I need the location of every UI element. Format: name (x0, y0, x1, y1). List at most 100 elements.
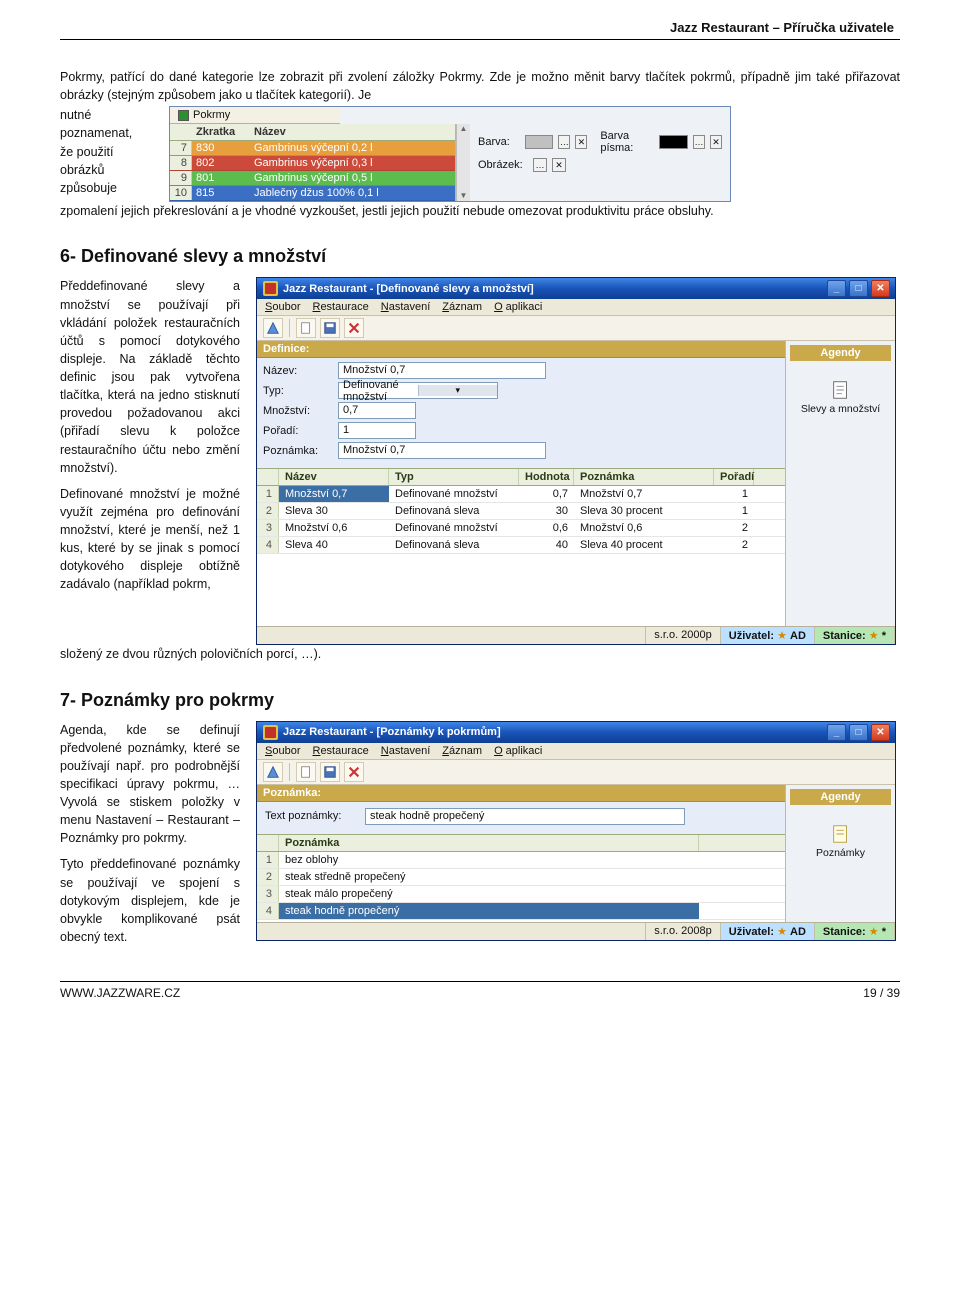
menu-restaurace[interactable]: Restaurace (312, 301, 368, 313)
document-icon (830, 379, 852, 401)
col-nazev[interactable]: Název (250, 124, 455, 140)
input-nazev[interactable]: Množství 0,7 (338, 362, 546, 379)
label-poznamka: Poznámka: (263, 445, 333, 457)
rownum-cell: 2 (257, 503, 279, 519)
close-button[interactable]: ✕ (871, 280, 890, 297)
select-typ[interactable]: Definované množství ▾ (338, 382, 498, 399)
col-zkratka[interactable]: Zkratka (192, 124, 250, 140)
label-mnozstvi: Množství: (263, 405, 333, 417)
heading-6: 6- Definované slevy a množství (60, 246, 900, 267)
rownum-cell: 4 (257, 903, 279, 919)
side-panel: Agendy Slevy a množství (785, 341, 895, 626)
sidebar-item-poznamky[interactable]: Poznámky (816, 823, 865, 859)
header-rule (60, 39, 900, 40)
close-button[interactable]: ✕ (871, 724, 890, 741)
menu-soubor[interactable]: Soubor (265, 745, 300, 757)
scrollbar-icon[interactable]: ▲ ▼ (456, 124, 470, 201)
toolbar-delete-icon[interactable] (344, 318, 364, 338)
toolbar-new-icon[interactable] (296, 318, 316, 338)
section-header-poznamka: Poznámka: (257, 785, 785, 802)
table-row[interactable]: 3steak málo propečený (257, 886, 785, 903)
table-row[interactable]: 4Sleva 40Definovaná sleva40Sleva 40 proc… (257, 537, 785, 554)
barva-swatch[interactable] (525, 135, 554, 149)
toolbar-save-icon[interactable] (320, 318, 340, 338)
gridcol-poradi[interactable]: Pořadí (714, 469, 754, 485)
table-row[interactable]: 10815Jablečný džus 100% 0,1 l (170, 186, 455, 201)
maximize-button[interactable]: □ (849, 724, 868, 741)
menu-nastaveni[interactable]: Nastavení (381, 301, 431, 313)
grid-body: 1Množství 0,7Definované množství0,7Množs… (257, 486, 785, 626)
barva-picker-button[interactable]: … (558, 135, 570, 149)
label-typ: Typ: (263, 385, 333, 397)
nazev-cell: Gambrinus výčepní 0,5 l (250, 171, 455, 185)
section-header-definice: Definice: (257, 341, 785, 358)
gridcol-poznamka[interactable]: Poznámka (279, 835, 699, 851)
table-row[interactable]: 7830Gambrinus výčepní 0,2 l (170, 141, 455, 156)
poradi-cell: 2 (714, 537, 754, 553)
menu-restaurace[interactable]: Restaurace (312, 745, 368, 757)
footer-left: WWW.JAZZWARE.CZ (60, 986, 180, 1000)
app-icon (263, 281, 278, 296)
poznamka-cell: steak středně propečený (279, 869, 699, 885)
maximize-button[interactable]: □ (849, 280, 868, 297)
barva-pisma-clear-button[interactable]: ✕ (710, 135, 722, 149)
obrazek-clear-button[interactable]: ✕ (552, 158, 566, 172)
rownum-cell: 9 (170, 171, 192, 185)
statusbar: s.r.o. 2008p Uživatel: ★ AD Stanice: ★ * (257, 922, 895, 940)
para6a: Předdefinované slevy a množství se použí… (60, 277, 240, 476)
table-row[interactable]: 9801Gambrinus výčepní 0,5 l (170, 171, 455, 186)
barva-pisma-swatch[interactable] (659, 135, 688, 149)
input-textpoznamky[interactable]: steak hodně propečený (365, 808, 685, 825)
tab-pokrmy[interactable]: Pokrmy (170, 107, 340, 124)
label-textpoznamky: Text poznámky: (265, 810, 360, 822)
scroll-up-icon[interactable]: ▲ (460, 125, 468, 133)
nazev-cell: Sleva 30 (279, 503, 389, 519)
screenshot-pokrmy-colors: Pokrmy Zkratka Název 7830Gambrinus výčep… (169, 106, 731, 202)
obrazek-picker-button[interactable]: … (533, 158, 547, 172)
star-icon: ★ (777, 630, 787, 642)
chevron-down-icon[interactable]: ▾ (418, 385, 498, 396)
table-row[interactable]: 2Sleva 30Definovaná sleva30Sleva 30 proc… (257, 503, 785, 520)
table-row[interactable]: 3Množství 0,6Definované množství0,6Množs… (257, 520, 785, 537)
gridcol-poznamka[interactable]: Poznámka (574, 469, 714, 485)
gridcol-typ[interactable]: Typ (389, 469, 519, 485)
gridcol-num (257, 469, 279, 485)
table-row[interactable]: 4steak hodně propečený (257, 903, 785, 920)
table-row[interactable]: 8802Gambrinus výčepní 0,3 l (170, 156, 455, 171)
scroll-down-icon[interactable]: ▼ (460, 192, 468, 200)
input-poradi[interactable]: 1 (338, 422, 416, 439)
input-poznamka[interactable]: Množství 0,7 (338, 442, 546, 459)
minimize-button[interactable]: _ (827, 724, 846, 741)
table-row[interactable]: 1bez oblohy (257, 852, 785, 869)
hodnota-cell: 40 (519, 537, 574, 553)
menu-zaznam[interactable]: Záznam (442, 301, 482, 313)
app-icon (263, 725, 278, 740)
hodnota-cell: 30 (519, 503, 574, 519)
sidebar-item-slevy[interactable]: Slevy a množství (801, 379, 880, 415)
pokrmy-color-panel: Barva: … ✕ Barva písma: … ✕ Obrázek: … ✕ (470, 124, 730, 201)
table-row[interactable]: 2steak středně propečený (257, 869, 785, 886)
input-mnozstvi[interactable]: 0,7 (338, 402, 416, 419)
menu-soubor[interactable]: Soubor (265, 301, 300, 313)
menu-oaplikaci[interactable]: O aplikaci (494, 301, 542, 313)
menu-nastaveni[interactable]: Nastavení (381, 745, 431, 757)
menu-zaznam[interactable]: Záznam (442, 745, 482, 757)
menu-oaplikaci[interactable]: O aplikaci (494, 745, 542, 757)
table-row[interactable]: 1Množství 0,7Definované množství0,7Množs… (257, 486, 785, 503)
star-icon: ★ (869, 630, 879, 642)
barva-pisma-picker-button[interactable]: … (693, 135, 705, 149)
nazev-cell: Sleva 40 (279, 537, 389, 553)
toolbar-nav-icon[interactable] (263, 318, 283, 338)
toolbar-delete-icon[interactable] (344, 762, 364, 782)
gridcol-nazev[interactable]: Název (279, 469, 389, 485)
side-header-agendy: Agendy (790, 345, 891, 361)
barva-clear-button[interactable]: ✕ (575, 135, 587, 149)
sidebar-label-slevy: Slevy a množství (801, 403, 880, 415)
gridcol-hodnota[interactable]: Hodnota (519, 469, 574, 485)
toolbar-save-icon[interactable] (320, 762, 340, 782)
rownum-cell: 1 (257, 852, 279, 868)
minimize-button[interactable]: _ (827, 280, 846, 297)
toolbar-nav-icon[interactable] (263, 762, 283, 782)
toolbar-new-icon[interactable] (296, 762, 316, 782)
zkratka-cell: 830 (192, 141, 250, 155)
